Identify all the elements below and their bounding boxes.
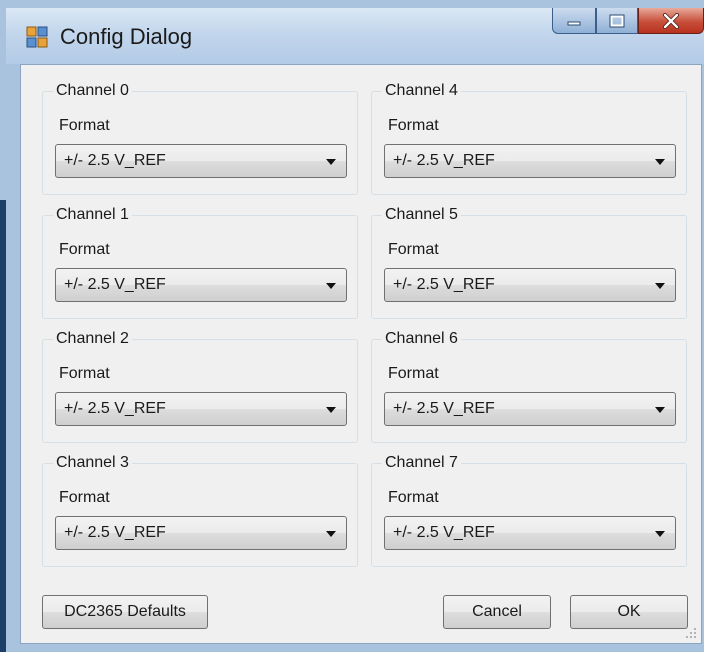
group-title: Channel 4	[382, 81, 461, 101]
minimize-button[interactable]	[552, 8, 596, 34]
group-title: Channel 2	[53, 329, 132, 349]
close-icon	[663, 12, 679, 29]
chevron-down-icon	[655, 531, 665, 537]
format-label: Format	[59, 365, 110, 382]
chevron-down-icon	[655, 407, 665, 413]
format-dropdown[interactable]: +/- 2.5 V_REF	[55, 268, 347, 302]
maximize-icon	[609, 14, 625, 27]
format-dropdown[interactable]: +/- 2.5 V_REF	[384, 392, 676, 426]
chevron-down-icon	[655, 159, 665, 165]
channel-2-group: Channel 2 Format +/- 2.5 V_REF	[42, 329, 358, 443]
channel-3-group: Channel 3 Format +/- 2.5 V_REF	[42, 453, 358, 567]
dropdown-value: +/- 2.5 V_REF	[393, 524, 495, 541]
app-icon	[26, 26, 48, 48]
dropdown-value: +/- 2.5 V_REF	[393, 400, 495, 417]
format-label: Format	[388, 365, 439, 382]
channel-5-group: Channel 5 Format +/- 2.5 V_REF	[371, 205, 687, 319]
minimize-icon	[567, 21, 581, 25]
format-label: Format	[59, 117, 110, 134]
maximize-button[interactable]	[596, 8, 638, 34]
dropdown-value: +/- 2.5 V_REF	[393, 152, 495, 169]
dropdown-value: +/- 2.5 V_REF	[64, 524, 166, 541]
format-label: Format	[388, 241, 439, 258]
channel-0-group: Channel 0 Format +/- 2.5 V_REF	[42, 81, 358, 195]
group-title: Channel 6	[382, 329, 461, 349]
group-title: Channel 0	[53, 81, 132, 101]
dropdown-value: +/- 2.5 V_REF	[64, 400, 166, 417]
window-title: Config Dialog	[60, 24, 193, 49]
group-title: Channel 3	[53, 453, 132, 473]
format-dropdown[interactable]: +/- 2.5 V_REF	[55, 516, 347, 550]
channel-1-group: Channel 1 Format +/- 2.5 V_REF	[42, 205, 358, 319]
channel-6-group: Channel 6 Format +/- 2.5 V_REF	[371, 329, 687, 443]
dialog-client-area: Channel 0 Format +/- 2.5 V_REF Channel 1…	[20, 64, 702, 644]
dropdown-value: +/- 2.5 V_REF	[393, 276, 495, 293]
chevron-down-icon	[326, 159, 336, 165]
chevron-down-icon	[326, 407, 336, 413]
dc2365-defaults-button[interactable]: DC2365 Defaults	[42, 595, 208, 629]
format-dropdown[interactable]: +/- 2.5 V_REF	[55, 144, 347, 178]
format-label: Format	[388, 117, 439, 134]
format-dropdown[interactable]: +/- 2.5 V_REF	[384, 268, 676, 302]
format-label: Format	[388, 489, 439, 506]
dropdown-value: +/- 2.5 V_REF	[64, 152, 166, 169]
format-dropdown[interactable]: +/- 2.5 V_REF	[55, 392, 347, 426]
dialog-window: Config Dialog Channel 0 Format +/- 2.5 V…	[0, 0, 704, 652]
group-title: Channel 5	[382, 205, 461, 225]
resize-grip-icon[interactable]	[685, 627, 697, 639]
group-title: Channel 7	[382, 453, 461, 473]
window-edge	[0, 200, 6, 652]
ok-button[interactable]: OK	[570, 595, 688, 629]
channel-4-group: Channel 4 Format +/- 2.5 V_REF	[371, 81, 687, 195]
format-label: Format	[59, 489, 110, 506]
format-dropdown[interactable]: +/- 2.5 V_REF	[384, 144, 676, 178]
dropdown-value: +/- 2.5 V_REF	[64, 276, 166, 293]
group-title: Channel 1	[53, 205, 132, 225]
chevron-down-icon	[326, 283, 336, 289]
title-bar[interactable]: Config Dialog	[6, 8, 704, 64]
format-dropdown[interactable]: +/- 2.5 V_REF	[384, 516, 676, 550]
cancel-button[interactable]: Cancel	[443, 595, 551, 629]
channel-7-group: Channel 7 Format +/- 2.5 V_REF	[371, 453, 687, 567]
close-button[interactable]	[638, 8, 704, 34]
chevron-down-icon	[326, 531, 336, 537]
chevron-down-icon	[655, 283, 665, 289]
format-label: Format	[59, 241, 110, 258]
